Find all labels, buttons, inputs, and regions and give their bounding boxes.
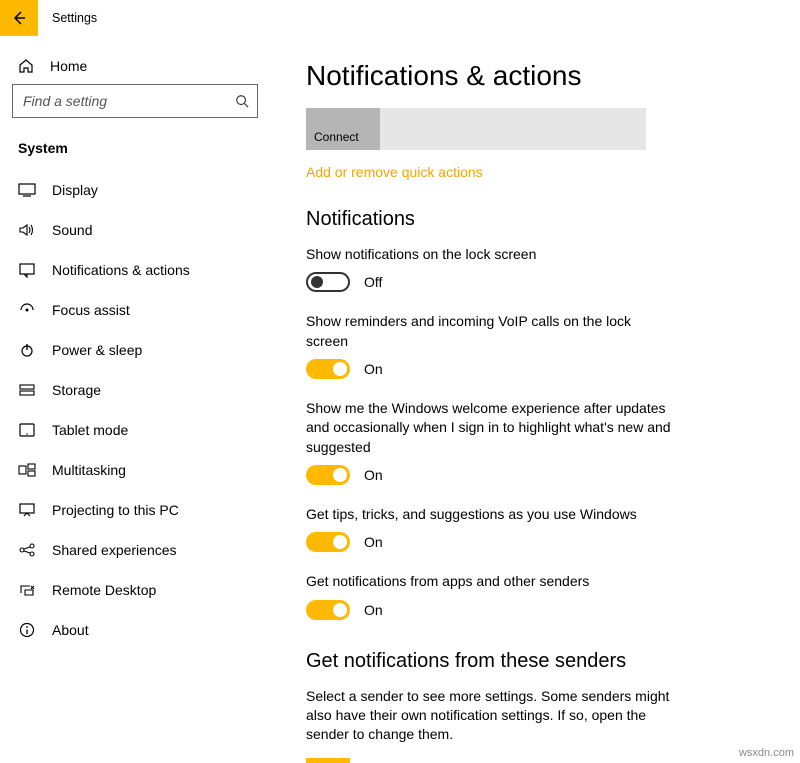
search-input[interactable] (13, 93, 257, 109)
sidebar-item-label: Projecting to this PC (52, 502, 179, 518)
sidebar-item-shared[interactable]: Shared experiences (0, 530, 270, 570)
setting-lock-screen-notif: Show notifications on the lock screen Of… (306, 245, 764, 292)
remote-desktop-icon (18, 583, 36, 597)
sidebar-item-focus-assist[interactable]: Focus assist (0, 290, 270, 330)
sidebar-item-projecting[interactable]: Projecting to this PC (0, 490, 270, 530)
sidebar-item-label: Focus assist (52, 302, 130, 318)
power-icon (18, 342, 36, 358)
sidebar-item-about[interactable]: About (0, 610, 270, 650)
sidebar-item-label: Multitasking (52, 462, 126, 478)
sidebar-item-display[interactable]: Display (0, 170, 270, 210)
toggle-state: On (364, 602, 383, 618)
home-label: Home (50, 58, 87, 74)
sidebar: Home System Display Sound Notifications … (0, 36, 270, 763)
quick-action-connect[interactable]: Connect (306, 108, 380, 150)
tablet-icon (18, 423, 36, 437)
sound-icon (18, 222, 36, 238)
quick-action-label: Connect (314, 130, 359, 144)
sidebar-item-label: Display (52, 182, 98, 198)
senders-description: Select a sender to see more settings. So… (306, 687, 676, 745)
sidebar-item-remote[interactable]: Remote Desktop (0, 570, 270, 610)
back-button[interactable] (0, 0, 38, 36)
quick-actions-bar: Connect (306, 108, 646, 150)
senders-heading: Get notifications from these senders (306, 650, 764, 673)
sidebar-item-label: About (52, 622, 89, 638)
setting-label: Get tips, tricks, and suggestions as you… (306, 505, 676, 524)
feedback-hub-icon (306, 758, 350, 763)
sidebar-item-label: Power & sleep (52, 342, 142, 358)
window-title: Settings (38, 0, 97, 36)
page-title: Notifications & actions (306, 60, 764, 92)
setting-apps-senders: Get notifications from apps and other se… (306, 572, 764, 619)
watermark: wsxdn.com (739, 747, 794, 759)
toggle-state: On (364, 361, 383, 377)
setting-tips: Get tips, tricks, and suggestions as you… (306, 505, 764, 552)
toggle-lock-screen-notif[interactable] (306, 272, 350, 292)
setting-label: Show notifications on the lock screen (306, 245, 676, 264)
about-icon (18, 622, 36, 638)
sidebar-item-label: Tablet mode (52, 422, 128, 438)
toggle-apps-senders[interactable] (306, 600, 350, 620)
toggle-state: Off (364, 274, 382, 290)
shared-icon (18, 542, 36, 558)
notifications-heading: Notifications (306, 208, 764, 231)
sidebar-item-tablet[interactable]: Tablet mode (0, 410, 270, 450)
sidebar-item-label: Remote Desktop (52, 582, 156, 598)
search-icon (235, 94, 249, 108)
storage-icon (18, 383, 36, 397)
focus-assist-icon (18, 302, 36, 318)
sidebar-item-label: Notifications & actions (52, 262, 190, 278)
sender-feedback-hub[interactable]: Feedback Hub On: Banners, Sounds On (306, 758, 764, 763)
toggle-welcome-experience[interactable] (306, 465, 350, 485)
setting-label: Get notifications from apps and other se… (306, 572, 676, 591)
setting-label: Show reminders and incoming VoIP calls o… (306, 312, 676, 351)
toggle-state: On (364, 467, 383, 483)
sidebar-item-label: Sound (52, 222, 92, 238)
notifications-icon (18, 262, 36, 278)
section-label: System (0, 130, 270, 170)
add-remove-quick-actions-link[interactable]: Add or remove quick actions (306, 164, 483, 180)
toggle-state: On (364, 534, 383, 550)
multitasking-icon (18, 463, 36, 477)
sidebar-item-sound[interactable]: Sound (0, 210, 270, 250)
arrow-left-icon (11, 10, 27, 26)
sidebar-item-label: Storage (52, 382, 101, 398)
setting-welcome-experience: Show me the Windows welcome experience a… (306, 399, 764, 485)
setting-reminders-voip: Show reminders and incoming VoIP calls o… (306, 312, 764, 379)
setting-label: Show me the Windows welcome experience a… (306, 399, 676, 457)
search-box[interactable] (12, 84, 258, 118)
sidebar-item-power[interactable]: Power & sleep (0, 330, 270, 370)
sidebar-item-label: Shared experiences (52, 542, 177, 558)
sidebar-item-storage[interactable]: Storage (0, 370, 270, 410)
title-bar: Settings (0, 0, 800, 36)
sidebar-item-multitasking[interactable]: Multitasking (0, 450, 270, 490)
display-icon (18, 183, 36, 197)
home-icon (18, 58, 34, 74)
home-nav[interactable]: Home (0, 48, 270, 84)
main-pane: Notifications & actions Connect Add or r… (270, 36, 800, 763)
sidebar-item-notifications[interactable]: Notifications & actions (0, 250, 270, 290)
toggle-tips[interactable] (306, 532, 350, 552)
projecting-icon (18, 503, 36, 517)
toggle-reminders-voip[interactable] (306, 359, 350, 379)
